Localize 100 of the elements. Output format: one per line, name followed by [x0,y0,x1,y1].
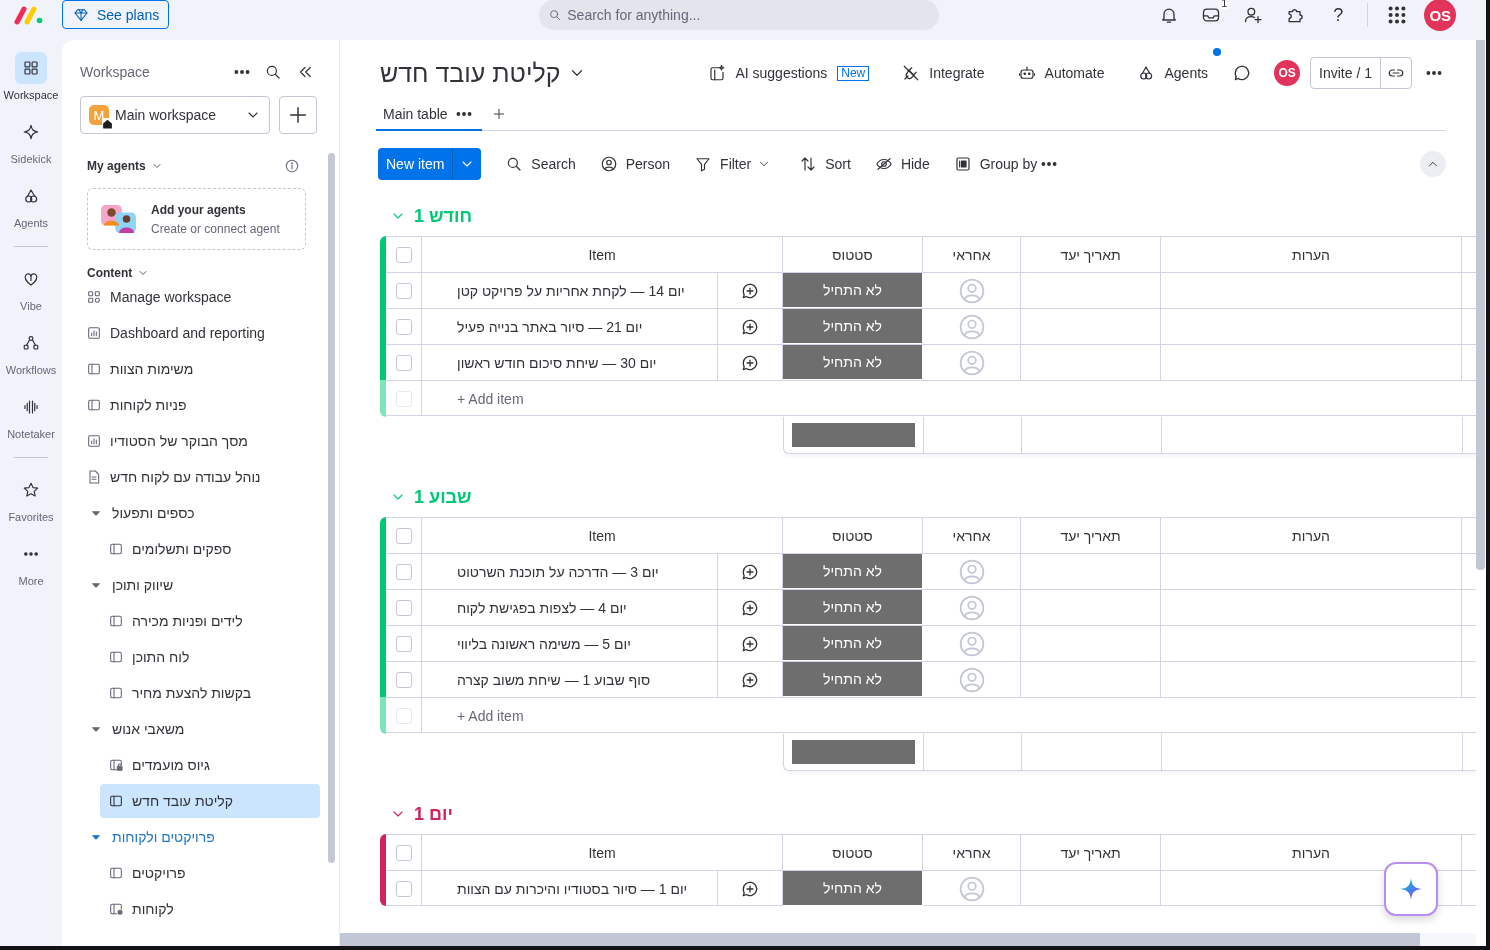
nav-item[interactable]: Workspace [0,52,62,116]
group-title: יום 1 [414,803,453,825]
board-icon [108,793,124,809]
board-title[interactable]: קליטת עובד חדש [380,58,587,88]
checkbox[interactable] [395,282,412,299]
status-label[interactable]: לא התחיל [783,309,923,344]
table-cell: יום 3 — הדרכה על תוכנת השרטוט [422,554,718,589]
ai-suggestions-button[interactable]: AI suggestions [708,64,828,82]
plus-icon [491,107,506,121]
column-header: סטטוס [832,844,873,861]
nav-item[interactable]: Workflows [0,327,62,391]
sidebar-item[interactable]: קליטת עובד חדש [100,784,320,818]
sidebar-item[interactable]: לידים ופניות מכירה [80,604,312,638]
sidebar-item[interactable]: גיוס מועמדים [80,748,312,782]
folder-item[interactable]: פרויקטים ולקוחות [80,820,312,854]
see-plans-button[interactable]: See plans [62,0,170,29]
sidebar-item[interactable]: Dashboard and reporting [80,316,312,350]
person-placeholder-icon [958,558,985,585]
column-header: אחראי [952,527,991,544]
checkbox[interactable] [395,880,412,897]
status-label[interactable]: לא התחיל [783,345,923,380]
card-title: Add your agents [151,202,247,217]
status-label[interactable]: לא התחיל [783,273,923,308]
scrollbar-thumb[interactable] [328,153,335,863]
more-icon [1426,71,1442,75]
column-header: תאריך יעד [1060,246,1121,263]
sort-button[interactable]: Sort [799,155,851,173]
help-button[interactable]: ? [1323,2,1354,28]
shared-board-icon [108,901,124,917]
locked-board-icon [108,757,124,773]
status-label[interactable]: לא התחיל [783,871,923,906]
checkbox[interactable] [395,318,412,335]
checkbox[interactable] [395,599,412,616]
automate-button[interactable]: Automate [1017,64,1105,82]
person-filter-button[interactable]: Person [599,155,671,173]
search-button[interactable]: Search [505,155,576,173]
card-subtitle: Create or connect agent [151,221,280,236]
table-cell: יום 21 — סיור באתר בנייה פעיל [422,309,718,344]
search-field[interactable]: Search for anything... [539,0,940,30]
sidebar-item[interactable]: בקשות להצעת מחיר [80,676,312,710]
add-button[interactable] [279,96,317,134]
sidebar-item[interactable]: לקוחות [80,892,312,926]
scrollbar-thumb[interactable] [1476,40,1485,570]
user-avatar[interactable]: OS [1424,0,1457,31]
column-header: אחראי [952,844,991,861]
add-item-button[interactable]: + Add item [457,390,524,407]
sidebar-item[interactable]: Manage workspace [80,280,312,314]
view-tab[interactable]: Main table [376,98,482,131]
status-label[interactable]: לא התחיל [783,590,923,625]
checkbox[interactable] [395,844,412,861]
dashboard-icon [86,433,102,449]
user-avatar: OS [1274,60,1301,86]
sidebar-item[interactable]: פניות לקוחות [80,388,312,422]
checkbox[interactable] [395,354,412,371]
person-placeholder-icon [958,277,985,304]
agents-icon [22,187,40,205]
sidebar-item[interactable]: לוח התוכן [80,640,312,674]
agents-button[interactable]: Agents [1137,64,1209,82]
notification-count: 1 [1218,0,1231,9]
waveform-icon [22,398,40,416]
hide-button[interactable]: Hide [874,155,930,173]
sidebar-item[interactable]: משימות הצוות [80,352,312,386]
sidebar-item[interactable]: ספקים ותשלומים [80,532,312,566]
nav-item[interactable]: Agents [0,180,62,244]
status-label[interactable]: לא התחיל [783,554,923,589]
checkbox[interactable] [395,563,412,580]
scrollbar-thumb[interactable] [340,933,1420,946]
table-cell: יום 30 — שיחת סיכום חודש ראשון [422,345,718,380]
checkbox[interactable] [395,671,412,688]
nav-label: Vibe [20,300,42,312]
checkbox[interactable] [395,635,412,652]
sidebar-item[interactable]: מסך הבוקר של הסטודיו [80,424,312,458]
folder-item[interactable]: כספים ותפעול [80,496,312,530]
nav-item[interactable]: Notetaker [0,391,62,455]
section-toggle[interactable]: My agents [87,159,163,173]
nav-item[interactable]: Favorites [0,474,62,538]
checkbox[interactable] [395,246,412,263]
group-by-button[interactable]: Group by [953,155,1038,173]
checkbox[interactable] [395,527,412,544]
status-label[interactable]: לא התחיל [783,662,923,697]
integrate-button[interactable]: Integrate [902,64,985,82]
nav-item[interactable]: Sidekick [0,116,62,180]
column-header: הערות [1292,844,1330,861]
assistant-button[interactable] [1384,862,1438,916]
add-item-button[interactable]: + Add item [457,707,524,724]
section-toggle[interactable]: Content [87,266,150,280]
filter-icon [694,155,713,173]
folder-item[interactable]: שיווק ותוכן [80,568,312,602]
folder-item[interactable]: משאבי אנוש [80,712,312,746]
status-label[interactable]: לא התחיל [783,626,923,661]
column-header: סטטוס [832,527,873,544]
column-header: אחראי [952,246,991,263]
nav-item[interactable]: Vibe [0,263,62,327]
filter-button[interactable]: Filter [694,155,752,173]
add-agents-card[interactable]: Add your agents Create or connect agent [87,188,306,250]
nav-item[interactable]: More [0,538,62,602]
workspace-dropdown[interactable]: M Main workspace [80,96,271,134]
sidebar-item[interactable]: פרויקטים [80,856,312,890]
sidebar-item[interactable]: נוהל עבודה עם לקוח חדש [80,460,312,494]
board-icon [108,649,124,665]
